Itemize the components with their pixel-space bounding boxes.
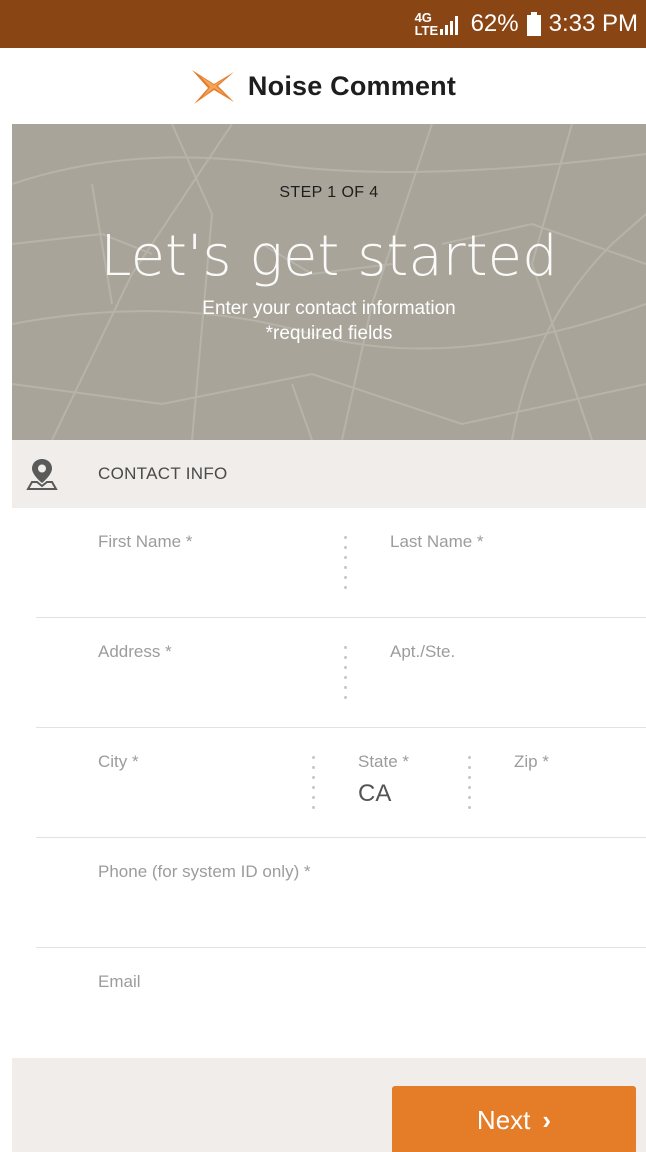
field-divider	[344, 536, 348, 596]
city-field[interactable]: City *	[98, 728, 298, 837]
chevron-right-icon: ›	[542, 1104, 552, 1135]
noise-logo-icon	[191, 70, 234, 104]
form-row-address: Address * Apt./Ste.	[36, 618, 646, 728]
email-field[interactable]: Email	[98, 948, 646, 1057]
contact-info-section-header: CONTACT INFO	[12, 440, 646, 508]
last-name-field[interactable]: Last Name *	[390, 508, 646, 617]
address-label: Address *	[98, 642, 172, 661]
battery-icon	[526, 12, 541, 36]
subtitle-line-1: Enter your contact information	[202, 298, 456, 319]
network-type-icon: 4G LTE	[414, 10, 439, 38]
step-indicator: STEP 1 OF 4	[279, 184, 379, 201]
form-row-name: First Name * Last Name *	[36, 508, 646, 618]
field-divider	[312, 756, 316, 816]
state-field[interactable]: State * CA	[358, 728, 468, 837]
city-label: City *	[98, 752, 139, 771]
network-type: 4G LTE	[414, 10, 439, 38]
form-row-email: Email	[36, 948, 646, 1058]
email-label: Email	[98, 972, 141, 991]
footer-bar: Next ›	[12, 1058, 646, 1152]
battery-percent: 62%	[470, 10, 519, 37]
hero-headline: Let's get started	[100, 224, 558, 289]
hero-subtitle: Enter your contact information *required…	[12, 296, 646, 346]
next-label: Next	[476, 1104, 531, 1135]
section-label: CONTACT INFO	[98, 464, 228, 483]
hero-banner: STEP 1 OF 4 Let's get started Enter your…	[12, 124, 646, 440]
last-name-label: Last Name *	[390, 532, 484, 551]
first-name-label: First Name *	[98, 532, 193, 551]
address-field[interactable]: Address *	[98, 618, 330, 727]
contact-form: First Name * Last Name * Address * Apt./…	[36, 508, 646, 1058]
zip-field[interactable]: Zip *	[514, 728, 646, 837]
phone-field[interactable]: Phone (for system ID only) *	[98, 838, 646, 947]
apt-ste-label: Apt./Ste.	[390, 642, 456, 661]
map-pin-icon	[26, 459, 58, 490]
first-name-field[interactable]: First Name *	[98, 508, 330, 617]
zip-label: Zip *	[514, 752, 549, 771]
subtitle-line-2: *required fields	[265, 323, 393, 344]
field-divider	[344, 646, 348, 706]
field-divider	[468, 756, 472, 816]
signal-icon	[439, 13, 463, 35]
app-header: Noise Comment	[0, 48, 646, 124]
form-row-city-state-zip: City * State * CA Zip *	[36, 728, 646, 838]
phone-label: Phone (for system ID only) *	[98, 862, 311, 881]
form-row-phone: Phone (for system ID only) *	[36, 838, 646, 948]
clock: 3:33 PM	[548, 10, 638, 37]
apt-ste-field[interactable]: Apt./Ste.	[390, 618, 646, 727]
status-bar: 4G LTE 62% 3:33 PM	[0, 0, 646, 48]
next-button[interactable]: Next ›	[392, 1086, 636, 1152]
app-title: Noise Comment	[247, 70, 457, 101]
state-value: CA	[358, 780, 392, 807]
state-label: State *	[358, 752, 410, 771]
